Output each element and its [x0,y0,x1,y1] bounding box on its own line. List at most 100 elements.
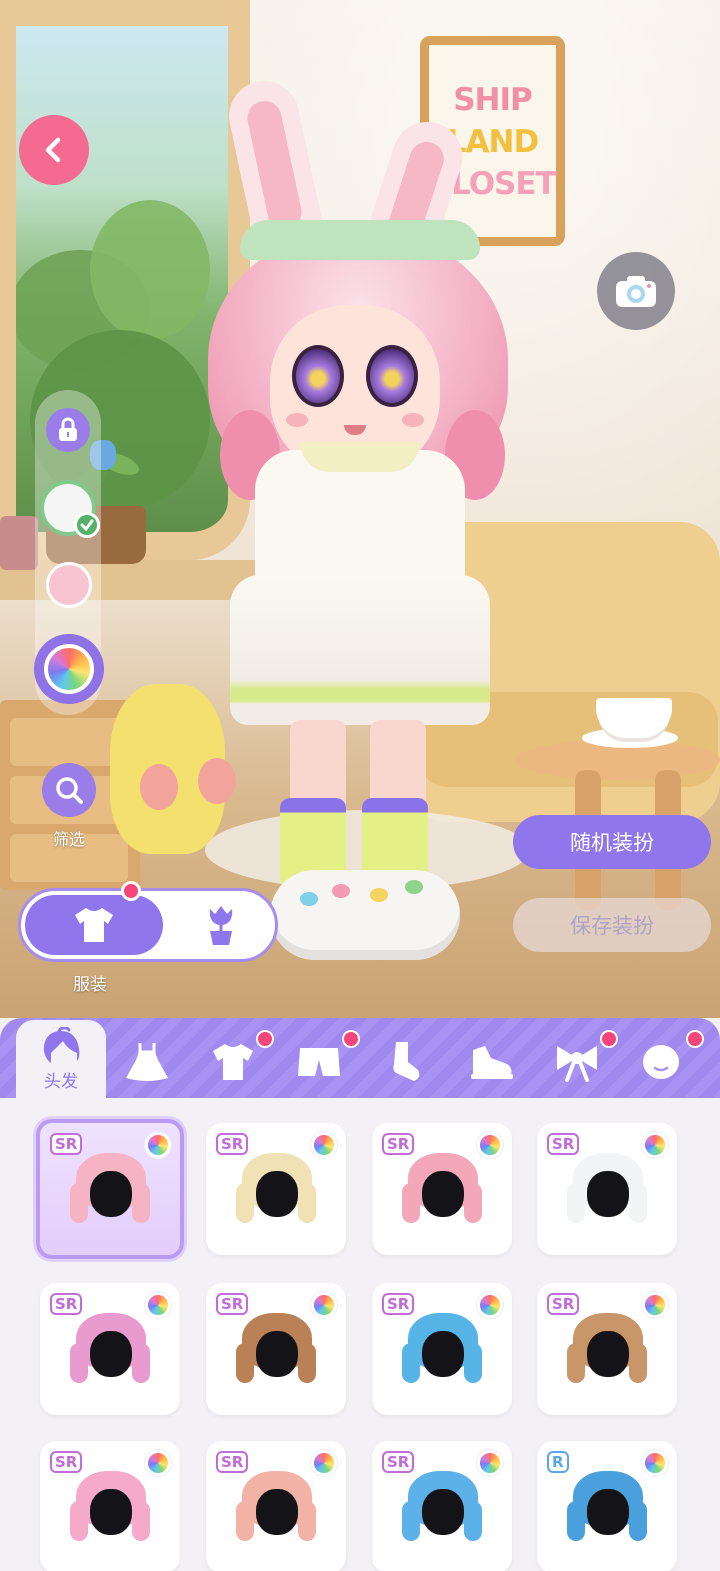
color-swatch-selected[interactable] [40,480,100,538]
hair-item-card[interactable]: R [537,1441,677,1571]
shirt-icon [213,1044,253,1080]
camera-icon [616,276,656,307]
chevron-left-icon [45,137,61,163]
head-silhouette [90,1489,132,1535]
lock-icon [59,417,77,441]
head-silhouette [587,1489,629,1535]
hair-strand [402,1501,420,1541]
tab-dress[interactable] [110,1026,184,1098]
color-variant-icon [642,1292,668,1318]
save-outfit-button[interactable]: 保存装扮 [513,898,711,952]
checkmark-icon [74,512,100,538]
hair-strand [298,1501,316,1541]
hair-item-card[interactable]: SR [36,1119,184,1259]
hair-item-card[interactable]: SR [537,1123,677,1255]
hair-strand [236,1501,254,1541]
color-variant-icon [145,1450,171,1476]
hair-item-card[interactable]: SR [206,1123,346,1255]
color-wheel-icon [44,644,94,694]
hair-strand [402,1343,420,1383]
color-variant-icon [477,1292,503,1318]
shoe-icon [471,1046,513,1079]
head-silhouette [256,1489,298,1535]
color-swatch-pink[interactable] [46,562,92,608]
rarity-badge: SR [382,1133,415,1155]
rarity-badge: SR [382,1293,415,1315]
hair-item-card[interactable]: SR [372,1123,512,1255]
head-silhouette [422,1489,464,1535]
hair-strand [132,1343,150,1383]
face-icon [643,1045,679,1079]
filter-button[interactable] [42,763,96,817]
rarity-badge: SR [50,1293,83,1315]
hair-item-card[interactable]: SR [372,1441,512,1571]
tab-hair-label: 头发 [44,1071,78,1092]
rarity-badge: SR [216,1133,249,1155]
head-silhouette [422,1171,464,1217]
mode-clothing-button[interactable] [25,895,163,955]
hair-strand [132,1183,150,1223]
rarity-badge: SR [50,1133,83,1155]
search-icon [56,777,83,804]
bow-icon [557,1046,597,1082]
shirt-icon [75,908,113,942]
dress-icon [126,1043,168,1081]
hair-item-card[interactable]: SR [40,1441,180,1571]
avatar-character[interactable] [200,74,520,980]
hair-strand [298,1343,316,1383]
back-button[interactable] [19,115,89,185]
color-variant-icon [477,1450,503,1476]
sock-icon [393,1042,420,1081]
mode-label: 服装 [73,975,107,995]
camera-button[interactable] [597,252,675,330]
hair-icon [43,1026,80,1063]
hair-strand [464,1501,482,1541]
hair-strand [132,1501,150,1541]
hair-item-card[interactable]: SR [206,1441,346,1571]
color-variant-icon [145,1132,171,1158]
hair-item-card[interactable]: SR [372,1283,512,1415]
flower-pot-icon [209,906,233,945]
rarity-badge: SR [216,1293,249,1315]
hair-item-card[interactable]: SR [206,1283,346,1415]
tab-shoes[interactable] [454,1026,528,1098]
head-silhouette [256,1171,298,1217]
hair-item-card[interactable]: SR [40,1283,180,1415]
tab-tops-badge [256,1030,274,1048]
tab-socks[interactable] [368,1026,442,1098]
tab-bottoms-badge [342,1030,360,1048]
color-variant-icon [642,1450,668,1476]
rarity-badge: R [547,1451,569,1473]
tab-hair[interactable]: 头发 [16,1020,106,1098]
rarity-badge: SR [382,1451,415,1473]
custom-color-button[interactable] [34,634,104,704]
category-tabbar: 头发 [0,1018,720,1098]
character-scene: SHIP LAND CLOSET [0,0,720,1030]
head-silhouette [90,1171,132,1217]
hair-item-card[interactable]: SR [537,1283,677,1415]
hair-strand [464,1343,482,1383]
head-silhouette [90,1331,132,1377]
flower-pot [0,516,38,570]
tab-face-badge [686,1030,704,1048]
hair-strand [298,1183,316,1223]
color-variant-icon [145,1292,171,1318]
head-silhouette [256,1331,298,1377]
lock-button[interactable] [46,408,90,452]
hair-strand [464,1183,482,1223]
rarity-badge: SR [216,1451,249,1473]
mode-toggle [18,888,278,962]
notification-dot [121,881,141,901]
hair-strand [70,1343,88,1383]
wardrobe-panel: 头发 SR SR SR SR SR SR SR SR SR SR SR R [0,1018,720,1571]
hair-strand [567,1343,585,1383]
mode-home-button[interactable] [171,895,271,955]
color-variant-icon [311,1292,337,1318]
hair-strand [567,1501,585,1541]
random-outfit-button[interactable]: 随机装扮 [513,815,711,869]
color-variant-icon [311,1450,337,1476]
tab-accessories-badge [600,1030,618,1048]
shorts-icon [298,1048,340,1076]
hair-strand [629,1343,647,1383]
hair-strand [629,1183,647,1223]
